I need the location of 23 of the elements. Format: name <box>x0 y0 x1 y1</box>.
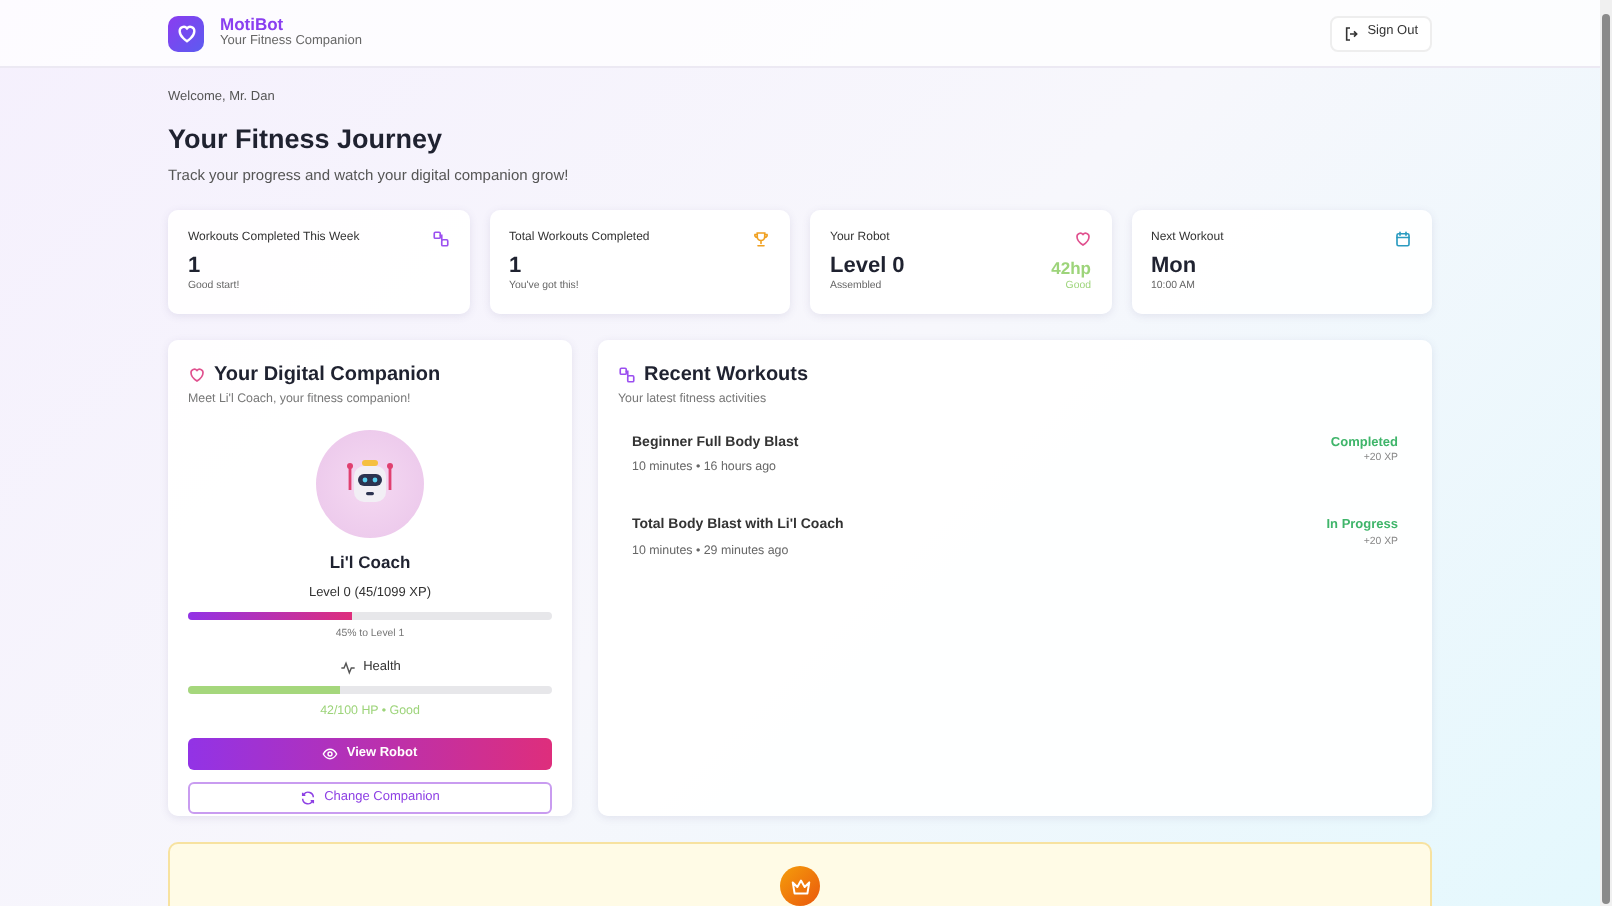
calendar-icon <box>1394 230 1412 249</box>
stat-value: Level 0 <box>830 254 905 280</box>
health-value: 42hp <box>1051 255 1091 280</box>
squares-icon <box>618 366 636 385</box>
page-title: Your Fitness Journey <box>168 121 445 158</box>
refresh-icon <box>300 789 317 806</box>
squares-icon <box>431 230 449 249</box>
app-name: MotiBot <box>220 15 286 34</box>
eye-icon <box>322 745 339 762</box>
stat-value: 1 <box>188 254 203 280</box>
pulse-icon <box>339 659 356 676</box>
sign-out-icon <box>1343 25 1360 41</box>
scrollbar[interactable] <box>1600 0 1612 906</box>
app-logo-icon <box>168 15 204 51</box>
recent-workouts-title: Recent Workouts <box>644 362 809 391</box>
stat-value: 1 <box>509 254 524 280</box>
crown-icon <box>780 866 820 906</box>
companion-title: Your Digital Companion <box>214 362 441 391</box>
companion-name: Li'l Coach <box>327 549 413 575</box>
trophy-icon <box>752 230 770 249</box>
stat-value: Mon <box>1151 254 1197 280</box>
heart-icon <box>188 366 206 385</box>
heart-icon <box>1073 230 1091 249</box>
